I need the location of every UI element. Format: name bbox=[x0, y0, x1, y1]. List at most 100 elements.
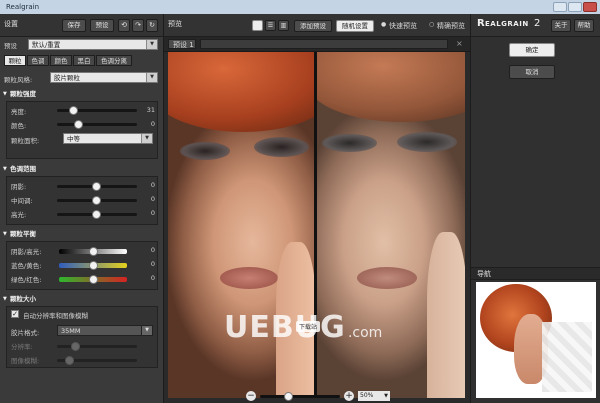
fast-preview-radio-icon[interactable]: ● bbox=[381, 21, 386, 28]
slider-label: 中间调: bbox=[11, 197, 33, 205]
undo-button[interactable]: ⟲ bbox=[118, 19, 130, 32]
settings-panel: 设置 保存 预设 ⟲ ↷ ↻ 预设 默认/重置 ▼ 颗粒 色调 颜色 黑白 色调… bbox=[0, 14, 164, 403]
tab-color[interactable]: 颜色 bbox=[50, 55, 72, 66]
green-red-slider-thumb[interactable] bbox=[89, 275, 98, 284]
preset-dropdown[interactable]: 默认/重置 ▼ bbox=[28, 39, 158, 50]
navigator-header: 导航 bbox=[471, 267, 600, 280]
navigator-thumbnail[interactable] bbox=[476, 282, 596, 398]
collapse-triangle-icon: ▼ bbox=[3, 166, 7, 172]
window-title: Realgrain bbox=[6, 3, 40, 11]
single-view-button[interactable] bbox=[252, 20, 263, 31]
zoom-slider-track[interactable] bbox=[260, 395, 340, 398]
preset-button[interactable]: 预设 bbox=[90, 19, 114, 32]
auto-resolution-label: 自动分辨率和图像模糊 bbox=[23, 312, 88, 320]
close-window-button[interactable] bbox=[583, 2, 597, 12]
slider-label: 阴影: bbox=[11, 183, 27, 191]
slider-label: 阴影/高光: bbox=[11, 248, 42, 256]
film-format-dropdown[interactable]: 35MM ▼ bbox=[57, 325, 153, 336]
slider-label: 绿色/红色: bbox=[11, 276, 42, 284]
tab-tone[interactable]: 色调 bbox=[27, 55, 49, 66]
brightness-slider-thumb[interactable] bbox=[69, 106, 78, 115]
zoom-slider-thumb[interactable] bbox=[284, 392, 293, 401]
zoom-value: 50% bbox=[360, 392, 374, 399]
section-title: 色调范围 bbox=[10, 165, 36, 173]
right-eye-shape bbox=[397, 132, 457, 152]
zoom-in-icon[interactable]: + bbox=[344, 391, 354, 401]
cancel-button[interactable]: 取消 bbox=[509, 65, 555, 79]
left-eye-shape bbox=[322, 134, 377, 152]
add-preset-button[interactable]: 添加预设 bbox=[294, 20, 332, 32]
preset-row-label: 预设 bbox=[4, 42, 17, 50]
chevron-down-icon: ▼ bbox=[146, 73, 157, 82]
close-tab-icon[interactable]: × bbox=[456, 39, 463, 48]
collapse-triangle-icon: ▼ bbox=[3, 91, 7, 97]
color-slider-track[interactable] bbox=[57, 123, 137, 126]
shadows-slider-thumb[interactable] bbox=[92, 182, 101, 191]
brand-name: EALGRAIN bbox=[485, 20, 529, 28]
shadow-highlight-slider-thumb[interactable] bbox=[89, 247, 98, 256]
chevron-down-icon: ▼ bbox=[146, 40, 157, 49]
random-settings-button[interactable]: 随机设置 bbox=[336, 20, 374, 32]
lips-shape bbox=[357, 267, 417, 289]
help-button[interactable]: 帮助 bbox=[574, 19, 594, 32]
preset-tab-bar: 预设 1 × bbox=[164, 37, 470, 52]
about-button[interactable]: 关于 bbox=[551, 19, 571, 32]
preview-title: 预览 bbox=[168, 20, 182, 28]
vertical-split-icon[interactable]: ▥ bbox=[278, 20, 289, 31]
grain-intensity-group: 亮度: 31 颜色: 0 颗粒面积: 中等 ▼ bbox=[6, 101, 158, 159]
settings-header: 设置 保存 预设 ⟲ ↷ ↻ bbox=[0, 14, 163, 37]
watermark-text: UEBUG bbox=[224, 310, 346, 345]
ok-button[interactable]: 确定 bbox=[509, 43, 555, 57]
color-slider-thumb[interactable] bbox=[74, 120, 83, 129]
resolution-slider-track[interactable] bbox=[57, 345, 137, 348]
left-eye-shape bbox=[180, 142, 230, 160]
history-button[interactable]: ↻ bbox=[146, 19, 158, 32]
thumbnail-checker bbox=[542, 322, 592, 392]
tab-grain[interactable]: 颗粒 bbox=[4, 55, 26, 66]
grain-balance-group: 阴影/高光: 0 蓝色/黄色: 0 绿色/红色: 0 bbox=[6, 241, 158, 290]
chevron-down-icon: ▼ bbox=[141, 134, 152, 143]
section-title: 颗粒平衡 bbox=[10, 230, 36, 238]
shadows-value: 0 bbox=[150, 181, 155, 189]
zoom-out-icon[interactable]: − bbox=[246, 391, 256, 401]
tab-bw[interactable]: 黑白 bbox=[73, 55, 95, 66]
slider-label: 亮度: bbox=[11, 108, 27, 116]
tab-split-tone[interactable]: 色调分离 bbox=[96, 55, 132, 66]
original-photo bbox=[168, 52, 314, 398]
right-panel: R EALGRAIN 2 关于 帮助 确定 取消 导航 bbox=[470, 14, 600, 403]
section-tonal-range[interactable]: ▼ 色调范围 bbox=[0, 164, 163, 175]
midtones-slider-thumb[interactable] bbox=[92, 196, 101, 205]
maximize-button[interactable] bbox=[568, 2, 582, 12]
preset-tab[interactable]: 预设 1 bbox=[168, 39, 196, 49]
image-blur-slider-thumb[interactable] bbox=[65, 356, 74, 365]
precise-preview-label: 精确预览 bbox=[437, 22, 465, 30]
grain-style-value: 胶片颗粒 bbox=[54, 74, 80, 82]
highlights-slider-thumb[interactable] bbox=[92, 210, 101, 219]
grain-size-dropdown[interactable]: 中等 ▼ bbox=[63, 133, 153, 144]
minimize-button[interactable] bbox=[553, 2, 567, 12]
brand-big-letter: R bbox=[477, 18, 485, 29]
resolution-label: 分辨率: bbox=[11, 343, 33, 351]
auto-resolution-checkbox[interactable]: ✓ bbox=[11, 310, 19, 318]
section-title: 颗粒强度 bbox=[10, 90, 36, 98]
preview-toolbar: 预览 ☰ ▥ 添加预设 随机设置 ● 快速预览 ○ 精确预览 bbox=[164, 14, 470, 37]
highlights-value: 0 bbox=[150, 209, 155, 217]
section-grain-size[interactable]: ▼ 颗粒大小 bbox=[0, 294, 163, 305]
blue-yellow-slider-thumb[interactable] bbox=[89, 261, 98, 270]
section-grain-balance[interactable]: ▼ 颗粒平衡 bbox=[0, 229, 163, 240]
slider-label: 高光: bbox=[11, 211, 27, 219]
shadow-highlight-value: 0 bbox=[150, 246, 155, 254]
fast-preview-label: 快速预览 bbox=[389, 22, 417, 30]
precise-preview-radio-icon[interactable]: ○ bbox=[429, 21, 434, 28]
grain-style-dropdown[interactable]: 胶片颗粒 ▼ bbox=[50, 72, 158, 83]
zoom-dropdown[interactable]: 50% ▼ bbox=[358, 391, 390, 401]
lips-shape bbox=[220, 267, 278, 289]
save-button[interactable]: 保存 bbox=[62, 19, 86, 32]
resolution-slider-thumb[interactable] bbox=[71, 342, 80, 351]
grain-size-label: 颗粒面积: bbox=[11, 137, 40, 145]
chevron-down-icon: ▼ bbox=[384, 393, 388, 399]
horizontal-split-icon[interactable]: ☰ bbox=[265, 20, 276, 31]
grain-size-group: ✓ 自动分辨率和图像模糊 胶片格式: 35MM ▼ 分辨率: 图像模糊: bbox=[6, 306, 158, 368]
redo-button[interactable]: ↷ bbox=[132, 19, 144, 32]
section-grain-intensity[interactable]: ▼ 颗粒强度 bbox=[0, 89, 163, 100]
